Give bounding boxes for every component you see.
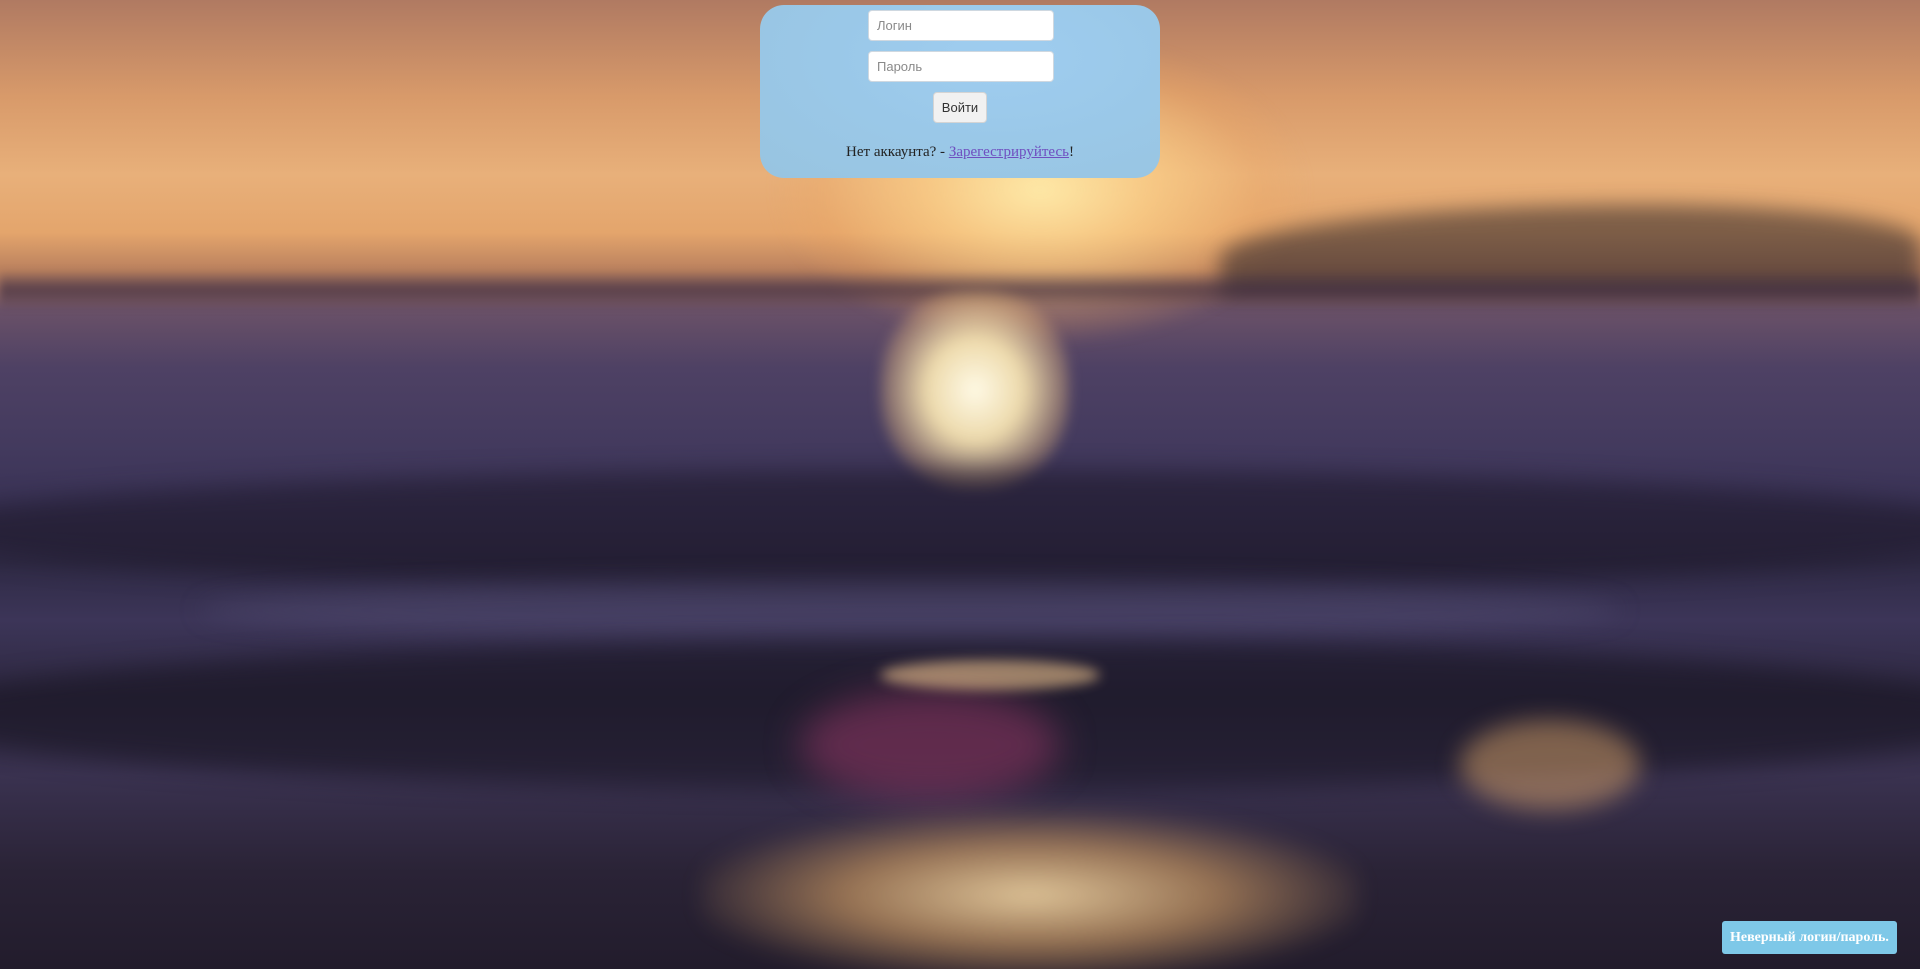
register-prompt-suffix: ! xyxy=(1068,144,1074,160)
register-link[interactable]: Зарегестрируйтесь xyxy=(949,144,1069,160)
wave xyxy=(0,470,1920,590)
lens-flare xyxy=(800,690,1060,800)
login-panel: Войти Нет аккаунта? - Зарегестрируйтесь! xyxy=(760,5,1160,178)
register-prompt-text: Нет аккаунта? - xyxy=(846,144,949,160)
water-sparkle xyxy=(700,810,1360,969)
wave xyxy=(200,580,1620,640)
water-sparkle xyxy=(880,660,1100,690)
error-notification: Неверный логин/пароль. xyxy=(1722,921,1897,954)
register-prompt: Нет аккаунта? - Зарегестрируйтесь! xyxy=(760,144,1160,161)
login-input[interactable] xyxy=(868,10,1054,41)
sun-reflection xyxy=(880,290,1070,490)
water-sparkle xyxy=(1460,720,1640,810)
password-input[interactable] xyxy=(868,51,1054,82)
login-button[interactable]: Войти xyxy=(933,92,987,123)
